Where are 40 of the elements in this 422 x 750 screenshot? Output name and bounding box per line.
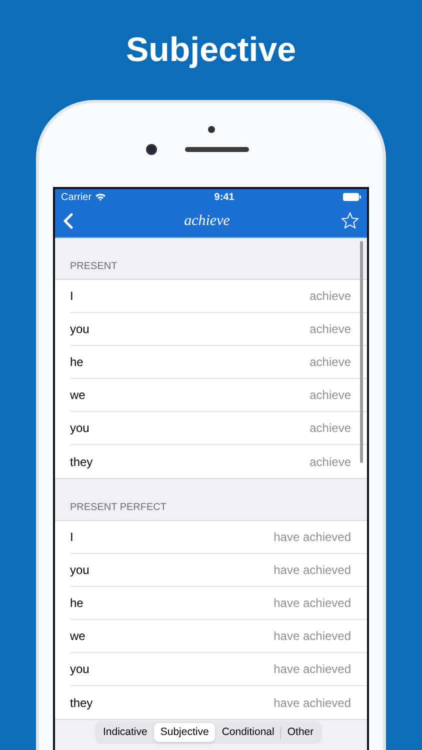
verb-form: achieve — [310, 420, 351, 437]
segment-tab[interactable]: Subjective — [154, 723, 215, 742]
verb-form: achieve — [310, 354, 351, 371]
carrier-label: Carrier — [61, 190, 92, 204]
pronoun-label: we — [70, 628, 86, 645]
section-header: PRESENT — [70, 260, 118, 274]
headline: Subjective — [126, 30, 296, 71]
pronoun-label: he — [70, 595, 84, 612]
verb-form: achieve — [310, 387, 351, 404]
verb-form: have achieved — [274, 562, 351, 579]
battery-icon — [342, 193, 361, 201]
verb-form: have achieved — [274, 628, 351, 645]
segment-tab[interactable]: Other — [281, 723, 320, 742]
pronoun-label: you — [70, 562, 90, 579]
pronoun-label: I — [70, 288, 74, 305]
verb-form: achieve — [310, 454, 351, 470]
pronoun-label: he — [70, 354, 84, 371]
pronoun-label: you — [70, 661, 90, 678]
back-icon[interactable] — [63, 213, 73, 229]
verb-form: achieve — [310, 288, 351, 305]
verb-form: have achieved — [274, 661, 351, 678]
status-time: 9:41 — [214, 190, 234, 204]
wifi-icon — [94, 193, 106, 201]
star-icon[interactable] — [341, 212, 359, 230]
pronoun-label: we — [70, 387, 86, 404]
pronoun-label: you — [70, 321, 90, 338]
verb-form: have achieved — [274, 694, 351, 712]
pronoun-label: I — [70, 529, 74, 546]
camera-icon — [146, 144, 157, 155]
pronoun-label: they — [70, 454, 93, 470]
speaker-grille — [185, 147, 249, 152]
pronoun-label: they — [70, 694, 93, 712]
nav-title: achieve — [184, 212, 230, 231]
verb-form: achieve — [310, 321, 351, 338]
verb-form: have achieved — [274, 529, 351, 546]
pronoun-label: you — [70, 420, 90, 437]
section-header: PRESENT PERFECT — [70, 501, 166, 515]
segment-tab[interactable]: Conditional — [216, 723, 280, 742]
segment-tab[interactable]: Indicative — [97, 723, 154, 742]
verb-form: have achieved — [274, 595, 351, 612]
